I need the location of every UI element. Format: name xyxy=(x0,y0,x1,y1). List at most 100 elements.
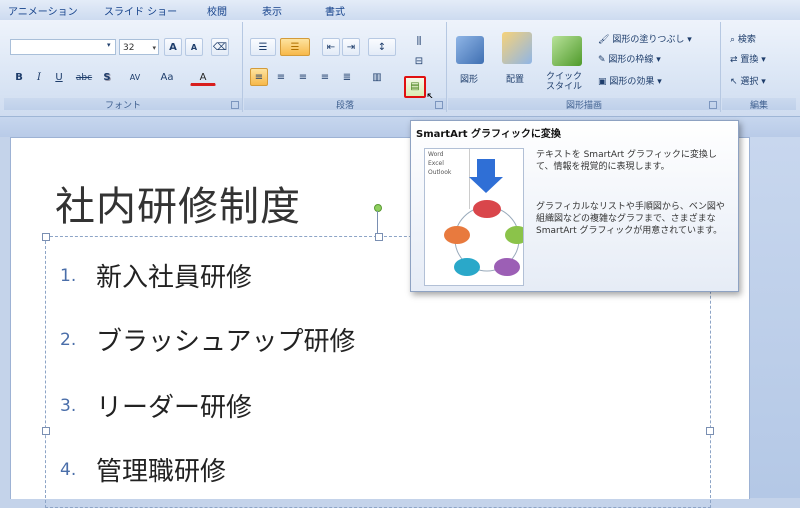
line-spacing-icon[interactable]: ↕ xyxy=(368,38,396,56)
rotation-line xyxy=(377,211,378,235)
align-left-icon[interactable]: ≡ xyxy=(250,68,268,86)
quick-style-icon[interactable] xyxy=(552,36,582,66)
slide-title[interactable]: 社内研修制度 xyxy=(55,174,301,232)
editing-group-label: 編集 xyxy=(722,98,796,111)
change-case-button[interactable]: Aa xyxy=(154,68,180,86)
list-number: 3. xyxy=(60,395,77,416)
list-item[interactable]: 2. ブラッシュアップ研修 xyxy=(60,321,355,358)
underline-button[interactable]: U xyxy=(50,68,68,86)
tab-review[interactable]: 校閲 xyxy=(207,3,227,18)
justify-icon[interactable]: ≡ xyxy=(316,68,334,86)
paragraph-dialog-launcher-icon[interactable] xyxy=(435,101,443,109)
strikethrough-button[interactable]: abc xyxy=(72,68,96,86)
smartart-preview-image: Word Excel Outlook xyxy=(424,148,524,286)
char-spacing-button[interactable]: AV xyxy=(122,68,148,86)
tab-view[interactable]: 表示 xyxy=(262,3,282,18)
distributed-icon[interactable]: ≣ xyxy=(338,68,356,86)
quick-style-label: クイック スタイル xyxy=(546,72,583,92)
drawing-group-label: 図形描画 xyxy=(448,98,720,111)
font-size-value: 32 xyxy=(123,43,135,53)
font-name-field[interactable] xyxy=(10,39,116,55)
font-size-dropdown-icon: ▾ xyxy=(152,44,156,52)
numbering-icon[interactable]: ☰ xyxy=(280,38,310,56)
tooltip-title: SmartArt グラフィックに変換 xyxy=(416,129,561,140)
bullets-icon[interactable]: ☰ xyxy=(250,38,276,56)
font-dialog-launcher-icon[interactable] xyxy=(231,101,239,109)
list-item[interactable]: 1. 新入社員研修 xyxy=(60,257,252,294)
increase-indent-icon[interactable]: ⇥ xyxy=(342,38,360,56)
drawing-dialog-launcher-icon[interactable] xyxy=(709,101,717,109)
font-group: ▾ 32 ▾ A A ⌫ B I U abc S AV Aa A フォント xyxy=(4,22,243,112)
cycle-node xyxy=(505,226,523,244)
shape-fill-label: 図形の塗りつぶし xyxy=(612,35,685,45)
smartart-tooltip: SmartArt グラフィックに変換 Word Excel Outlook テキ… xyxy=(410,120,739,292)
text-direction-icon[interactable]: ⫼ xyxy=(410,32,428,50)
list-item-text: 管理職研修 xyxy=(96,457,227,487)
binoculars-icon: ⌕ xyxy=(730,35,736,45)
paragraph-group: ☰ ☰ ⇤ ⇥ ↕ ⫼ ⊟ ≡ ≡ ≡ ≡ ≣ ▥ ▤ ↖ 段落 xyxy=(244,22,447,112)
preview-cycle-diagram xyxy=(444,159,523,276)
columns-icon[interactable]: ▥ xyxy=(368,68,386,86)
shape-fill-button[interactable]: 🖌 図形の塗りつぶし ▾ xyxy=(598,32,692,45)
align-text-icon[interactable]: ⊟ xyxy=(410,52,428,70)
tooltip-description-2: グラフィカルなリストや手順図から、ベン図や組織図などの複雑なグラフまで、さまざま… xyxy=(536,202,725,236)
find-label: 検索 xyxy=(737,35,756,45)
ribbon-tab-bar: アニメーション スライド ショー 校閲 表示 書式 xyxy=(0,0,800,20)
shape-outline-label: 図形の枠線 xyxy=(608,55,654,65)
clear-formatting-icon[interactable]: ⌫ xyxy=(211,38,229,56)
shadow-button[interactable]: S xyxy=(98,68,116,86)
replace-button[interactable]: ⇄ 置換 ▾ xyxy=(730,52,766,65)
shrink-font-button[interactable]: A xyxy=(185,38,203,56)
tab-animation[interactable]: アニメーション xyxy=(8,3,78,18)
list-item[interactable]: 4. 管理職研修 xyxy=(60,451,226,488)
cycle-node xyxy=(494,258,520,276)
align-right-icon[interactable]: ≡ xyxy=(294,68,312,86)
convert-arrow-icon xyxy=(469,159,503,193)
rotation-handle[interactable] xyxy=(374,204,382,212)
grow-font-button[interactable]: A xyxy=(164,38,182,56)
shape-outline-button[interactable]: ✎ 図形の枠線 ▾ xyxy=(598,52,661,65)
ribbon: ▾ 32 ▾ A A ⌫ B I U abc S AV Aa A フォント ☰ ☰… xyxy=(0,20,800,117)
tooltip-description-1: テキストを SmartArt グラフィックに変換して、情報を視覚的に表現します。 xyxy=(536,150,717,172)
tab-format[interactable]: 書式 xyxy=(325,3,345,18)
font-size-field[interactable]: 32 ▾ xyxy=(119,39,159,55)
align-center-icon[interactable]: ≡ xyxy=(272,68,290,86)
paragraph-group-label: 段落 xyxy=(244,98,446,111)
select-arrow-icon: ↖ xyxy=(730,77,738,87)
font-group-label: フォント xyxy=(4,98,242,111)
resize-handle-top-left[interactable] xyxy=(42,233,50,241)
shapes-icon[interactable] xyxy=(456,36,484,64)
tab-slideshow[interactable]: スライド ショー xyxy=(104,3,177,18)
list-number: 2. xyxy=(60,329,77,350)
replace-icon: ⇄ xyxy=(730,55,738,65)
cycle-node xyxy=(444,226,470,244)
resize-handle-right[interactable] xyxy=(706,427,714,435)
resize-handle-top[interactable] xyxy=(375,233,383,241)
fill-bucket-icon: 🖌 xyxy=(598,35,610,45)
bold-button[interactable]: B xyxy=(10,68,28,86)
font-color-button[interactable]: A xyxy=(190,68,216,86)
decrease-indent-icon[interactable]: ⇤ xyxy=(322,38,340,56)
shape-effects-label: 図形の効果 xyxy=(609,77,655,87)
list-number: 4. xyxy=(60,459,77,480)
right-panel xyxy=(748,137,800,498)
convert-to-smartart-button[interactable]: ▤ xyxy=(404,76,426,98)
drawing-group: 図形 配置 クイック スタイル 🖌 図形の塗りつぶし ▾ ✎ 図形の枠線 ▾ ▣… xyxy=(448,22,721,112)
list-item-text: リーダー研修 xyxy=(96,393,253,423)
arrange-icon[interactable] xyxy=(502,32,532,64)
shapes-label: 図形 xyxy=(460,75,479,85)
list-item-text: ブラッシュアップ研修 xyxy=(96,327,356,357)
font-name-dropdown-icon[interactable]: ▾ xyxy=(107,41,111,49)
italic-button[interactable]: I xyxy=(30,68,48,86)
cycle-node xyxy=(454,258,480,276)
shape-effects-button[interactable]: ▣ 図形の効果 ▾ xyxy=(598,74,662,87)
replace-label: 置換 xyxy=(740,55,759,65)
resize-handle-left[interactable] xyxy=(42,427,50,435)
cycle-node xyxy=(473,200,501,218)
editing-group: ⌕ 検索 ⇄ 置換 ▾ ↖ 選択 ▾ 編集 xyxy=(722,22,796,112)
select-button[interactable]: ↖ 選択 ▾ xyxy=(730,74,766,87)
select-label: 選択 xyxy=(740,77,759,87)
find-button[interactable]: ⌕ 検索 xyxy=(730,32,756,45)
list-item[interactable]: 3. リーダー研修 xyxy=(60,387,252,424)
arrange-label: 配置 xyxy=(506,75,525,85)
